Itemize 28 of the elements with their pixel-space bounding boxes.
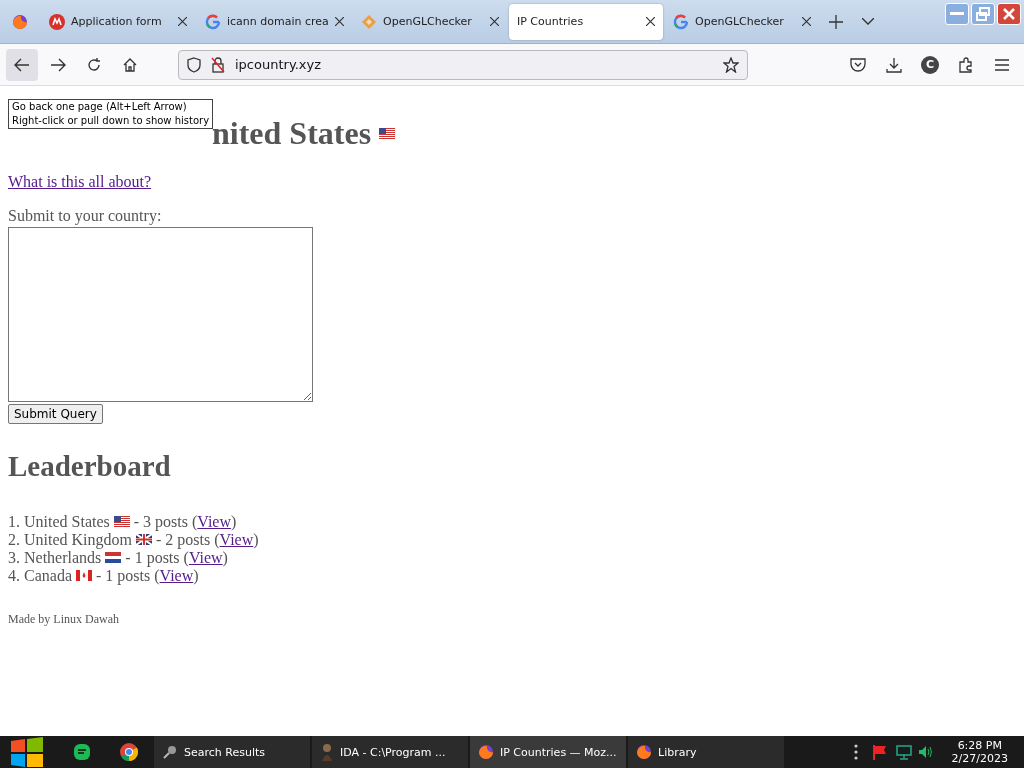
view-link[interactable]: View <box>197 513 232 530</box>
browser-tab[interactable]: Application form <box>41 3 195 40</box>
url-text: ipcountry.xyz <box>235 57 323 72</box>
submit-label: Submit to your country: <box>8 207 163 225</box>
view-link[interactable]: View <box>159 567 194 584</box>
view-link[interactable]: View <box>188 549 223 566</box>
taskbar-button[interactable]: IDA - C:\Program ... <box>312 736 468 768</box>
taskbar-button[interactable]: Library <box>628 736 784 768</box>
about-link[interactable]: What is this all about? <box>8 173 152 190</box>
leaderboard-entry: 1. United States - 3 posts (View) <box>8 513 238 531</box>
account-button[interactable]: C <box>914 48 946 81</box>
taskbar-button[interactable]: IP Countries — Moz... <box>470 736 626 768</box>
tooltip: Go back one page (Alt+Left Arrow) Right-click or pull down to show history <box>8 99 214 129</box>
submit-button[interactable]: Submit Query <box>8 404 103 424</box>
leaderboard-entry: 3. Netherlands - 1 posts (View) <box>8 549 229 567</box>
browser-tab[interactable]: OpenGLChecker <box>665 3 819 40</box>
taskbar-clock[interactable]: 6:28 PM 2/27/2023 <box>951 739 1008 765</box>
view-link[interactable]: View <box>219 531 254 548</box>
leaderboard-entry: 2. United Kingdom - 2 posts (View) <box>8 531 260 549</box>
leaderboard-heading: Leaderboard <box>8 450 172 483</box>
taskbar-button[interactable]: Search Results <box>154 736 310 768</box>
browser-tab[interactable]: IP Countries <box>509 3 663 40</box>
browser-tab[interactable]: icann domain crea <box>197 3 351 40</box>
browser-tab[interactable]: OpenGLChecker <box>353 3 507 40</box>
page-heading: nited States <box>212 115 372 152</box>
address-bar[interactable]: ipcountry.xyz <box>178 49 748 80</box>
footer-credit: Made by Linux Dawah <box>8 612 120 627</box>
leaderboard-entry: 4. Canada - 1 posts (View) <box>8 567 200 585</box>
